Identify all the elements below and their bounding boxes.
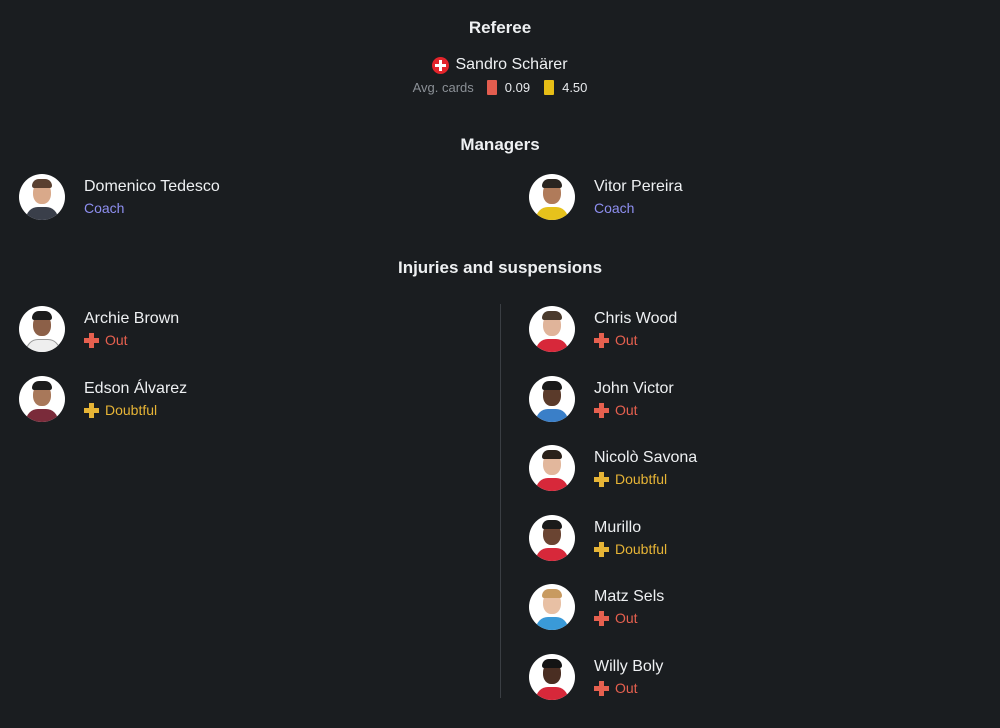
- status-badge: Out: [594, 330, 677, 350]
- injury-away-6[interactable]: Willy Boly Out: [529, 654, 663, 700]
- status-badge: Out: [594, 400, 674, 420]
- switzerland-flag-icon: [432, 56, 450, 74]
- manager-name: Vitor Pereira: [594, 178, 683, 195]
- player-name: Nicolò Savona: [594, 449, 698, 466]
- player-avatar: [529, 584, 575, 630]
- injury-home-1[interactable]: Archie Brown Out: [19, 306, 179, 352]
- manager-avatar: [529, 174, 575, 220]
- red-card-icon: [486, 80, 497, 95]
- player-name: John Victor: [594, 380, 674, 397]
- player-name: Edson Álvarez: [84, 380, 188, 397]
- injury-icon: [594, 332, 609, 348]
- player-avatar: [529, 515, 575, 561]
- status-badge: Doubtful: [594, 539, 667, 559]
- player-avatar: [529, 376, 575, 422]
- status-label: Doubtful: [105, 402, 158, 418]
- status-label: Out: [615, 610, 638, 626]
- injury-away-4[interactable]: Murillo Doubtful: [529, 515, 667, 561]
- player-avatar: [529, 306, 575, 352]
- manager-role: Coach: [84, 200, 125, 216]
- managers-title: Managers: [460, 135, 540, 154]
- status-badge: Doubtful: [84, 400, 187, 420]
- player-avatar: [529, 654, 575, 700]
- referee-avg-cards: Avg. cards 0.09 4.50: [0, 80, 1000, 95]
- referee-name[interactable]: Sandro Schärer: [455, 56, 567, 74]
- player-name: Chris Wood: [594, 310, 678, 327]
- status-badge: Out: [594, 608, 664, 628]
- player-name: Matz Sels: [594, 588, 665, 605]
- status-label: Out: [105, 332, 128, 348]
- injury-home-2[interactable]: Edson Álvarez Doubtful: [19, 376, 187, 422]
- status-label: Out: [615, 332, 638, 348]
- injuries-title: Injuries and suspensions: [397, 258, 603, 277]
- referee-row: Sandro Schärer: [0, 56, 1000, 74]
- injury-icon: [594, 471, 609, 487]
- player-name: Murillo: [594, 519, 642, 536]
- column-divider: [500, 304, 501, 698]
- injury-away-2[interactable]: John Victor Out: [529, 376, 674, 422]
- status-label: Doubtful: [615, 541, 668, 557]
- status-label: Out: [615, 402, 638, 418]
- injury-icon: [594, 680, 609, 696]
- avg-cards-label: Avg. cards: [412, 80, 474, 95]
- manager-avatar: [19, 174, 65, 220]
- injury-icon: [84, 332, 99, 348]
- player-avatar: [529, 445, 575, 491]
- referee-title: Referee: [468, 18, 532, 37]
- player-name: Archie Brown: [84, 310, 180, 327]
- player-avatar: [19, 376, 65, 422]
- injury-away-3[interactable]: Nicolò Savona Doubtful: [529, 445, 697, 491]
- status-label: Doubtful: [615, 471, 668, 487]
- injury-away-5[interactable]: Matz Sels Out: [529, 584, 664, 630]
- player-avatar: [19, 306, 65, 352]
- manager-away[interactable]: Vitor Pereira Coach: [529, 174, 683, 220]
- injury-icon: [594, 402, 609, 418]
- injury-icon: [84, 402, 99, 418]
- yellow-card-avg: 4.50: [562, 80, 588, 95]
- yellow-card-icon: [544, 80, 555, 95]
- player-name: Willy Boly: [594, 658, 664, 675]
- injury-icon: [594, 541, 609, 557]
- manager-home[interactable]: Domenico Tedesco Coach: [19, 174, 220, 220]
- manager-name: Domenico Tedesco: [84, 178, 220, 195]
- red-card-avg: 0.09: [504, 80, 531, 95]
- injury-away-1[interactable]: Chris Wood Out: [529, 306, 677, 352]
- status-label: Out: [615, 680, 638, 696]
- status-badge: Out: [594, 678, 663, 698]
- status-badge: Out: [84, 330, 179, 350]
- injury-icon: [594, 610, 609, 626]
- status-badge: Doubtful: [594, 469, 697, 489]
- manager-role: Coach: [594, 200, 635, 216]
